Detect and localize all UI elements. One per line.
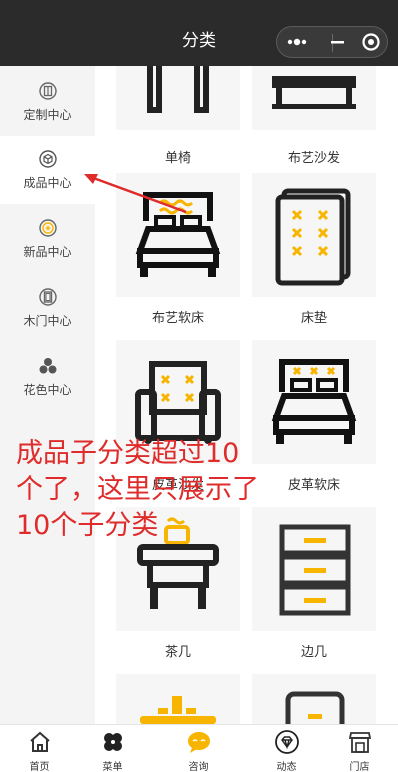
product-card[interactable]: 边几 — [252, 507, 376, 667]
product-name: 布艺软床 — [151, 311, 204, 326]
product-thumbnail — [116, 674, 240, 724]
side-cabinet-icon — [279, 524, 351, 616]
product-name: 床垫 — [300, 311, 327, 326]
home-icon — [30, 731, 50, 752]
product-card[interactable] — [116, 674, 240, 724]
tab-home[interactable]: 首页 — [0, 725, 79, 772]
tab-label: 咨询 — [188, 762, 209, 772]
door-icon — [39, 288, 57, 306]
dining-table-icon — [140, 696, 216, 724]
tab-label: 菜单 — [102, 762, 123, 772]
sidebar-item-label: 新品中心 — [23, 245, 72, 259]
tab-store[interactable]: 门店 — [320, 725, 398, 772]
sidebar-item-custom[interactable]: 定制中心 — [0, 68, 95, 136]
product-grid: 单椅 布艺沙发 布艺软床 床垫 皮革沙发 皮革软床 茶几 边几 — [95, 66, 398, 724]
category-sidebar: 定制中心 成品中心 新品中心 木门中心 花色中心 — [0, 66, 95, 724]
fabric-sofa-icon — [272, 76, 356, 109]
product-name: 茶几 — [164, 645, 191, 660]
tab-label: 门店 — [349, 762, 370, 772]
minimize-button[interactable] — [321, 27, 351, 57]
nav-bar: 分类 — [0, 0, 398, 66]
sidebar-item-color[interactable]: 花色中心 — [0, 343, 95, 411]
leather-bed-icon — [271, 359, 357, 444]
product-card[interactable] — [252, 674, 376, 724]
product-thumbnail — [252, 66, 376, 130]
product-thumbnail — [116, 66, 240, 130]
cube-icon — [39, 150, 57, 168]
menu-icon — [104, 733, 122, 751]
bottom-tab-bar: 首页 菜单 咨询 动态 门店 — [0, 724, 398, 772]
more-button[interactable] — [277, 27, 319, 57]
color-swatch-icon — [39, 358, 57, 374]
annotation-arrow — [84, 174, 187, 214]
product-thumbnail — [252, 340, 376, 464]
product-thumbnail — [252, 507, 376, 631]
product-thumbnail — [252, 173, 376, 297]
close-button[interactable] — [353, 27, 387, 57]
product-name: 边几 — [300, 645, 327, 660]
customize-icon — [39, 82, 57, 100]
product-card[interactable]: 床垫 — [252, 173, 376, 333]
target-close-icon — [362, 33, 380, 51]
mattress-icon — [275, 188, 351, 286]
cabinet-icon — [285, 691, 345, 724]
product-card[interactable]: 皮革软床 — [252, 340, 376, 500]
product-card[interactable]: 单椅 — [116, 66, 240, 166]
minimize-icon — [331, 41, 344, 44]
sidebar-item-label: 木门中心 — [23, 314, 72, 328]
tab-consult[interactable]: 咨询 — [159, 725, 238, 772]
tab-label: 首页 — [29, 762, 50, 772]
mini-program-capsule — [276, 26, 388, 58]
sidebar-item-label: 定制中心 — [23, 108, 72, 122]
diamond-icon — [275, 730, 299, 754]
sidebar-item-label: 成品中心 — [23, 176, 72, 190]
tab-label: 动态 — [276, 762, 297, 772]
product-card[interactable]: 布艺沙发 — [252, 66, 376, 166]
product-thumbnail — [252, 674, 376, 724]
tab-menu[interactable]: 菜单 — [73, 725, 152, 772]
sidebar-item-finished[interactable]: 成品中心 — [0, 136, 95, 204]
sidebar-item-label: 花色中心 — [23, 383, 72, 397]
chat-icon — [188, 732, 210, 753]
more-dots-icon — [287, 38, 307, 46]
product-name: 皮革软床 — [287, 478, 340, 493]
product-name: 布艺沙发 — [287, 151, 340, 166]
product-name: 单椅 — [164, 151, 191, 166]
new-star-icon — [39, 219, 57, 237]
annotation-note: 成品子分类超过10个了，这里只展示了10个子分类 — [16, 438, 259, 541]
store-icon — [348, 732, 372, 753]
chair-icon — [147, 66, 209, 113]
sidebar-item-door[interactable]: 木门中心 — [0, 274, 95, 342]
tab-news[interactable]: 动态 — [247, 725, 326, 772]
sidebar-item-new[interactable]: 新品中心 — [0, 205, 95, 273]
